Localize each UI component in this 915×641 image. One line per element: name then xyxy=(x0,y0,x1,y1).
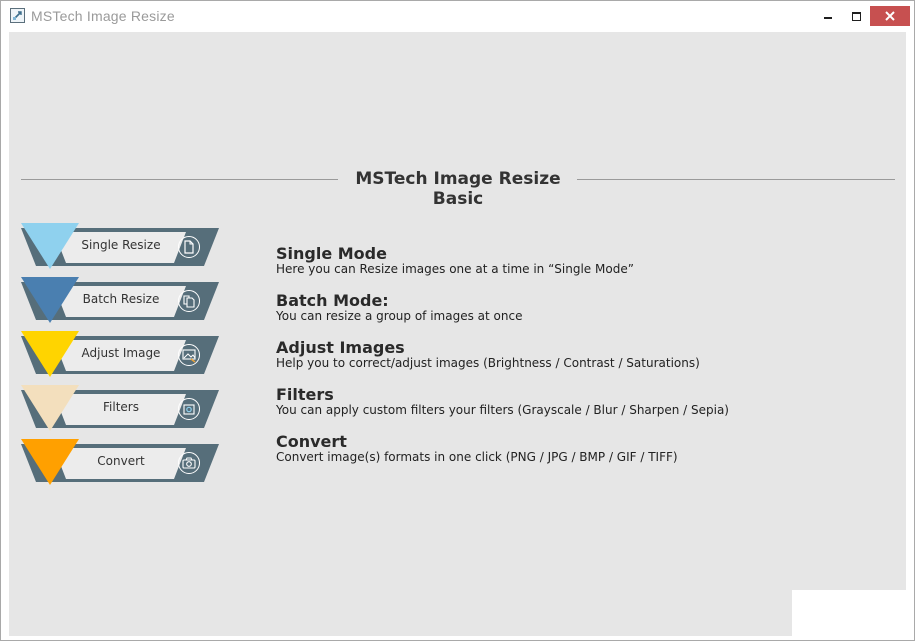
convert-button[interactable]: Convert xyxy=(21,439,221,487)
image-adjust-icon xyxy=(178,344,200,366)
description-title: Filters xyxy=(276,385,334,404)
description-title: Convert xyxy=(276,432,347,451)
blank-overlay xyxy=(792,590,911,636)
maximize-button[interactable] xyxy=(842,6,870,26)
batch-resize-label: Batch Resize xyxy=(82,292,160,306)
adjust-images-description: Adjust Images Help you to correct/adjust… xyxy=(276,338,876,370)
adjust-image-label: Adjust Image xyxy=(81,346,161,360)
app-icon xyxy=(10,8,25,23)
description-text: Here you can Resize images one at a time… xyxy=(276,262,634,276)
description-text: You can resize a group of images at once xyxy=(276,309,523,323)
single-mode-description: Single Mode Here you can Resize images o… xyxy=(276,244,876,276)
camera-icon xyxy=(178,452,200,474)
maximize-icon xyxy=(852,12,861,21)
page-title: MSTech Image Resize Basic xyxy=(355,169,561,209)
title-bar[interactable]: MSTech Image Resize xyxy=(1,1,914,32)
minimize-button[interactable] xyxy=(814,6,842,26)
description-title: Adjust Images xyxy=(276,338,405,357)
main-content: MSTech Image Resize Basic Single Resize … xyxy=(9,32,906,636)
close-button[interactable] xyxy=(870,6,910,26)
description-text: Convert image(s) formats in one click (P… xyxy=(276,450,678,464)
convert-label: Convert xyxy=(97,454,145,468)
filters-label: Filters xyxy=(103,400,139,414)
description-title: Single Mode xyxy=(276,244,387,263)
convert-description: Convert Convert image(s) formats in one … xyxy=(276,432,876,464)
description-text: Help you to correct/adjust images (Brigh… xyxy=(276,356,700,370)
batch-resize-button[interactable]: Batch Resize xyxy=(21,277,221,325)
batch-mode-description: Batch Mode: You can resize a group of im… xyxy=(276,291,876,323)
app-window: MSTech Image Resize MSTech Image Resize … xyxy=(0,0,915,641)
header-divider-right xyxy=(577,179,895,180)
documents-icon xyxy=(178,290,200,312)
header-divider-left xyxy=(21,179,338,180)
description-title: Batch Mode: xyxy=(276,291,389,310)
description-text: You can apply custom filters your filter… xyxy=(276,403,729,417)
filter-icon xyxy=(178,398,200,420)
single-resize-button[interactable]: Single Resize xyxy=(21,223,221,271)
adjust-image-button[interactable]: Adjust Image xyxy=(21,331,221,379)
single-resize-label: Single Resize xyxy=(81,238,161,252)
document-icon xyxy=(178,236,200,258)
window-title: MSTech Image Resize xyxy=(31,8,175,24)
filters-button[interactable]: Filters xyxy=(21,385,221,433)
minimize-icon xyxy=(824,17,832,19)
close-icon xyxy=(885,11,895,21)
filters-description: Filters You can apply custom filters you… xyxy=(276,385,876,417)
